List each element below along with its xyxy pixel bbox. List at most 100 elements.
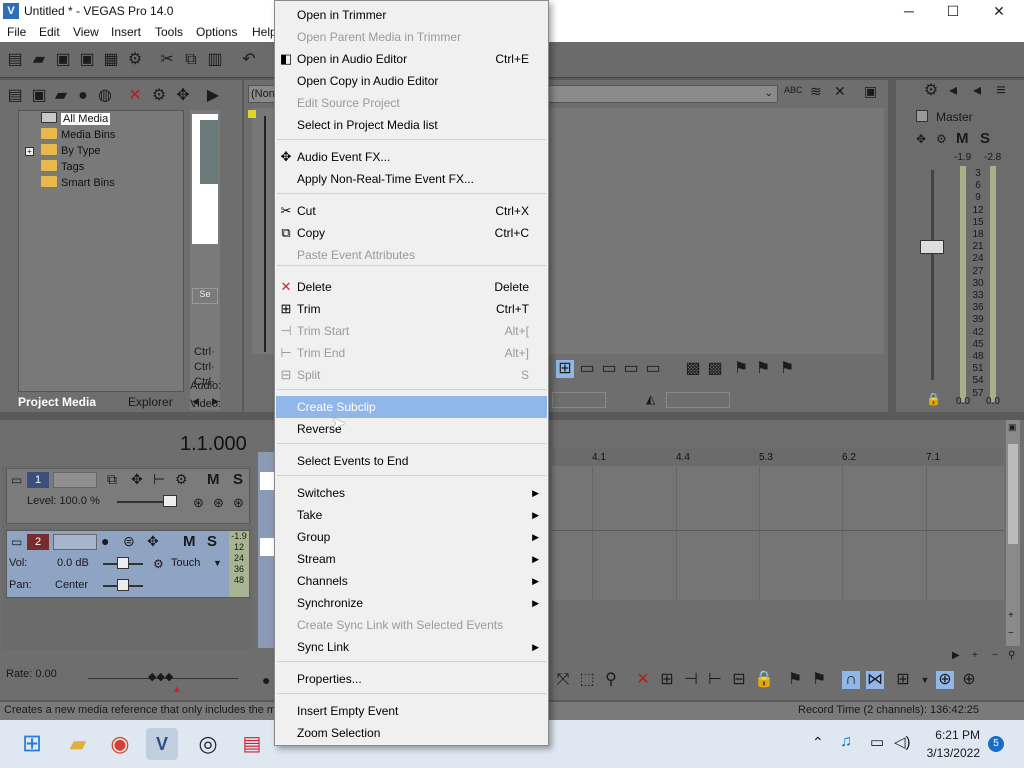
- menu-item-insert-empty-event[interactable]: Insert Empty Event: [276, 700, 547, 722]
- new-file-icon[interactable]: ▤: [6, 51, 24, 69]
- menu-item-switches[interactable]: Switches ▶: [276, 482, 547, 504]
- track-fx-icon[interactable]: ✥: [131, 471, 143, 488]
- tab-explorer[interactable]: Explorer: [122, 394, 179, 410]
- track-name-field[interactable]: [53, 534, 97, 550]
- track-2-header[interactable]: ▭ 2 ● ⊜ ✥ M S -1.9 12 24 36 48 Vol: 0.0 …: [6, 530, 250, 598]
- master-gear-icon[interactable]: ⚙: [936, 132, 947, 146]
- zoom-tool-icon[interactable]: ⚲: [1008, 650, 1015, 661]
- media-thumbnail[interactable]: [192, 114, 218, 244]
- clock-time[interactable]: 6:21 PM: [930, 728, 980, 742]
- menu-options[interactable]: Options: [196, 25, 237, 39]
- trim-start-icon[interactable]: ⊣: [682, 671, 700, 689]
- region-icon[interactable]: ⚑: [810, 671, 828, 689]
- pan-slider-handle[interactable]: [117, 579, 129, 591]
- chevron-up-icon[interactable]: ⌃: [812, 734, 824, 751]
- menu-item-select-in-project-media-list[interactable]: Select in Project Media list: [276, 114, 547, 136]
- master-mute-button[interactable]: M: [956, 130, 969, 147]
- track-fx-icon[interactable]: ✥: [147, 533, 159, 550]
- menu-item-audio-event-fx[interactable]: ✥ Audio Event FX...: [276, 146, 547, 168]
- grouping-icon[interactable]: ⊕: [936, 671, 954, 689]
- windows-start-icon[interactable]: ⊞: [16, 728, 48, 760]
- settings-gear-icon[interactable]: ⚙: [153, 557, 164, 571]
- event-thumbnail[interactable]: [260, 472, 274, 490]
- image-icon[interactable]: ▩: [706, 360, 724, 378]
- settings-gear-icon[interactable]: ⚙: [126, 51, 144, 69]
- invert-phase-icon[interactable]: ⊜: [123, 533, 135, 550]
- menu-item-select-events-to-end[interactable]: Select Events to End: [276, 450, 547, 472]
- menu-item-copy[interactable]: ⧉ Copy Ctrl+C: [276, 222, 547, 244]
- file-explorer-icon[interactable]: ▰: [62, 728, 94, 760]
- event-thumbnail[interactable]: [260, 538, 274, 556]
- track-1-solo-button[interactable]: S: [233, 471, 243, 488]
- snapshot-icon[interactable]: ◭: [646, 392, 655, 406]
- collapse-icon[interactable]: ▭: [11, 473, 22, 487]
- chrome-icon[interactable]: ◉: [104, 728, 136, 760]
- record-arm-icon[interactable]: ●: [101, 533, 109, 549]
- overwrite-icon[interactable]: ▭: [622, 360, 640, 378]
- menu-item-apply-non-real-time-event-fx[interactable]: Apply Non-Real-Time Event FX...: [276, 168, 547, 190]
- compositing-icon[interactable]: ⊛: [233, 495, 244, 511]
- settings-gear-icon[interactable]: ⚙: [175, 471, 188, 488]
- microphone-icon[interactable]: ♫: [840, 733, 852, 751]
- track-name-field[interactable]: [53, 472, 97, 488]
- plugin-chooser-icon[interactable]: ✥: [174, 87, 192, 105]
- timeline-tracks[interactable]: [552, 466, 1004, 600]
- globe-icon[interactable]: ◍: [96, 87, 114, 105]
- ripple-icon[interactable]: ⊞: [894, 671, 912, 689]
- menu-file[interactable]: File: [7, 25, 26, 39]
- volume-icon[interactable]: ◁): [894, 733, 911, 751]
- document-icon[interactable]: ▤: [236, 728, 268, 760]
- split-icon[interactable]: ⊟: [730, 671, 748, 689]
- tree-item-media-bins[interactable]: Media Bins: [41, 127, 115, 143]
- tree-item-by-type[interactable]: By Type: [41, 143, 101, 159]
- automation-mode[interactable]: Touch: [171, 557, 200, 569]
- marker-icon[interactable]: ⚑: [732, 360, 750, 378]
- menu-item-create-subclip[interactable]: Create Subclip: [276, 396, 547, 418]
- region-icon[interactable]: ⚑: [778, 360, 796, 378]
- spellcheck-icon[interactable]: ABC: [784, 85, 803, 95]
- out-point-field[interactable]: [666, 392, 730, 408]
- menu-item-open-in-trimmer[interactable]: Open in Trimmer: [276, 4, 547, 26]
- import-media-icon[interactable]: ▤: [6, 87, 24, 105]
- scroll-right-icon[interactable]: ▶: [952, 650, 960, 661]
- compositing-icon[interactable]: ⊛: [193, 495, 204, 511]
- track-2-solo-button[interactable]: S: [207, 533, 217, 550]
- menu-item-zoom-selection[interactable]: Zoom Selection: [276, 722, 547, 744]
- zoom-tool-icon[interactable]: ⚲: [602, 671, 620, 689]
- add-right-icon[interactable]: ▭: [600, 360, 618, 378]
- zoom-out-icon[interactable]: −: [992, 650, 998, 661]
- image-icon[interactable]: ▩: [684, 360, 702, 378]
- collapse-icon[interactable]: ▭: [11, 535, 22, 549]
- get-media-icon[interactable]: ▰: [52, 87, 70, 105]
- track-motion-icon[interactable]: ≋: [810, 83, 822, 100]
- paste-icon[interactable]: ▥: [206, 51, 224, 69]
- copy-icon[interactable]: ⧉: [182, 51, 200, 69]
- crossfade-icon[interactable]: ⋈: [866, 671, 884, 689]
- chevron-down-icon[interactable]: ▼: [916, 671, 934, 689]
- zoom-out-icon[interactable]: −: [1008, 628, 1014, 639]
- zoom-in-icon[interactable]: +: [972, 650, 978, 661]
- in-point-field[interactable]: [552, 392, 606, 408]
- menu-item-open-copy-in-audio-editor[interactable]: Open Copy in Audio Editor: [276, 70, 547, 92]
- record-icon[interactable]: ●: [262, 672, 270, 688]
- vegas-taskbar-icon[interactable]: V: [146, 728, 178, 760]
- steam-icon[interactable]: ◎: [192, 728, 224, 760]
- cut-icon[interactable]: ✂: [158, 51, 176, 69]
- track-1-header[interactable]: ▭ 1 ⧉ ✥ ⊢ ⚙ M S Level: 100.0 % ⊛ ⊛ ⊛: [6, 468, 250, 524]
- menu-item-open-parent-media-in-trimmer[interactable]: Open Parent Media in Trimmer: [276, 26, 547, 48]
- edit-tool-icon[interactable]: ⤧: [554, 671, 572, 689]
- master-toggle-icon[interactable]: [916, 110, 928, 122]
- selection-tool-icon[interactable]: ⬚: [578, 671, 596, 689]
- master-solo-button[interactable]: S: [980, 130, 990, 147]
- vertical-scrollbar[interactable]: ▣ + −: [1006, 420, 1020, 646]
- track-1-mute-button[interactable]: M: [207, 471, 220, 488]
- clock-date[interactable]: 3/13/2022: [922, 746, 980, 760]
- menu-insert[interactable]: Insert: [111, 25, 141, 39]
- play-icon[interactable]: ▶: [204, 87, 222, 105]
- marker-icon[interactable]: ⚑: [754, 360, 772, 378]
- settings-gear-icon[interactable]: ⚙: [922, 82, 940, 100]
- menu-item-stream[interactable]: Stream ▶: [276, 548, 547, 570]
- menu-item-trim[interactable]: ⊞ Trim Ctrl+T: [276, 298, 547, 320]
- menu-item-take[interactable]: Take ▶: [276, 504, 547, 526]
- menu-item-open-in-audio-editor[interactable]: ◧ Open in Audio Editor Ctrl+E: [276, 48, 547, 70]
